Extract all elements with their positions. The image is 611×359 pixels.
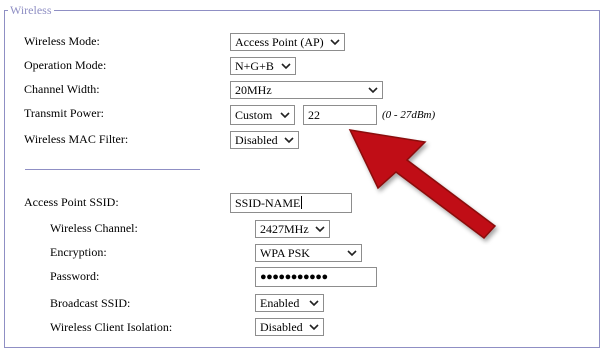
channel-select[interactable]: 2427MHz <box>255 220 330 238</box>
client-isolation-value: Disabled <box>260 320 303 334</box>
transmit-power-label: Transmit Power: <box>24 106 104 120</box>
encryption-value: WPA PSK <box>260 246 310 260</box>
transmit-power-input[interactable]: 22 <box>303 105 377 125</box>
encryption-select[interactable]: WPA PSK <box>255 244 362 262</box>
wireless-mode-value: Access Point (AP) <box>235 35 324 49</box>
broadcast-ssid-value: Enabled <box>260 296 300 310</box>
chevron-down-icon <box>281 63 291 70</box>
chevron-down-icon <box>309 324 319 331</box>
chevron-down-icon <box>330 39 340 46</box>
operation-mode-label: Operation Mode: <box>24 58 107 72</box>
channel-value: 2427MHz <box>260 222 309 236</box>
section-divider <box>25 169 200 170</box>
ssid-label: Access Point SSID: <box>24 195 119 209</box>
chevron-down-icon <box>315 226 325 233</box>
channel-width-value: 20MHz <box>235 83 272 97</box>
text-cursor <box>301 196 303 209</box>
password-input[interactable]: ●●●●●●●●●●● <box>255 267 377 287</box>
channel-width-select[interactable]: 20MHz <box>230 81 383 99</box>
channel-width-label: Channel Width: <box>24 82 100 96</box>
wireless-mode-label: Wireless Mode: <box>24 34 100 48</box>
wireless-legend: Wireless <box>8 3 54 18</box>
password-label: Password: <box>50 269 100 283</box>
mac-filter-label: Wireless MAC Filter: <box>24 132 129 146</box>
chevron-down-icon <box>284 137 294 144</box>
transmit-power-mode-select[interactable]: Custom <box>230 105 295 125</box>
ssid-value: SSID-NAME <box>235 196 301 210</box>
client-isolation-label: Wireless Client Isolation: <box>50 320 173 334</box>
ssid-input[interactable]: SSID-NAME <box>230 193 352 213</box>
encryption-label: Encryption: <box>50 245 107 259</box>
mac-filter-select[interactable]: Disabled <box>230 131 299 149</box>
channel-label: Wireless Channel: <box>50 221 138 235</box>
chevron-down-icon <box>347 250 357 257</box>
wireless-mode-select[interactable]: Access Point (AP) <box>230 33 345 51</box>
transmit-power-mode-value: Custom <box>235 108 273 122</box>
chevron-down-icon <box>309 300 319 307</box>
client-isolation-select[interactable]: Disabled <box>255 318 324 336</box>
broadcast-ssid-select[interactable]: Enabled <box>255 294 324 312</box>
mac-filter-value: Disabled <box>235 133 278 147</box>
operation-mode-value: N+G+B <box>235 59 274 73</box>
operation-mode-select[interactable]: N+G+B <box>230 57 296 75</box>
chevron-down-icon <box>368 87 378 94</box>
broadcast-ssid-label: Broadcast SSID: <box>50 296 131 310</box>
transmit-power-hint: (0 - 27dBm) <box>382 109 436 121</box>
chevron-down-icon <box>280 112 290 119</box>
